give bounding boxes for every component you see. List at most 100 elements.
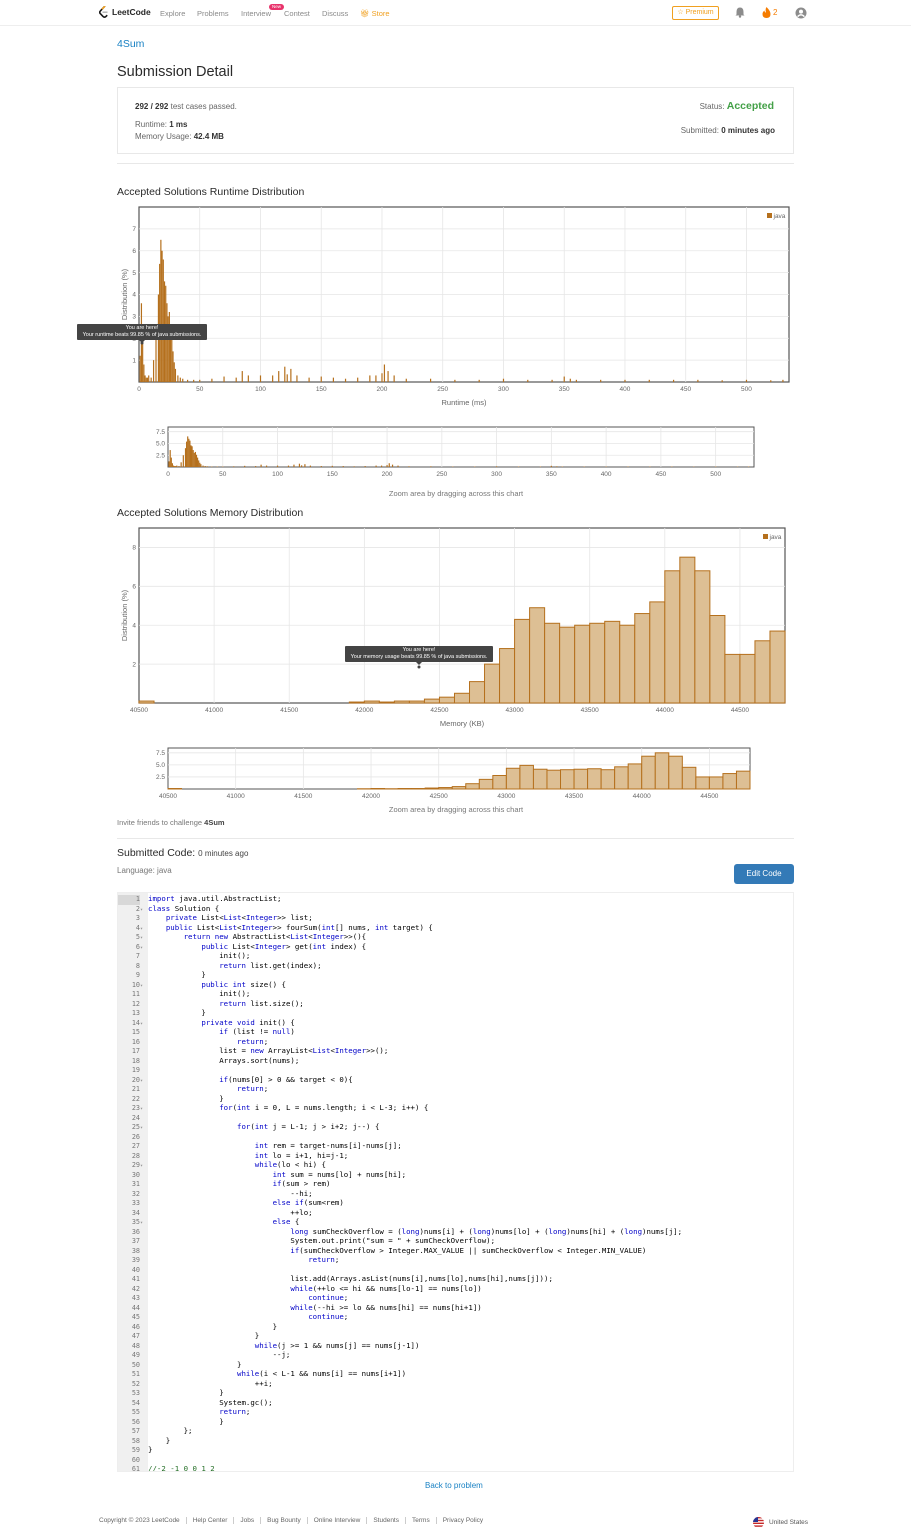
- nav-store[interactable]: 🎁︎ Store: [360, 9, 390, 18]
- code-line[interactable]: 30 int sum = nums[lo] + nums[hi];: [118, 1170, 406, 1180]
- code-line[interactable]: 58 }: [118, 1436, 170, 1446]
- code-line[interactable]: 27 int rem = target-nums[i]-nums[j];: [118, 1141, 402, 1151]
- code-line[interactable]: 17 list = new ArrayList<List<Integer>>()…: [118, 1046, 389, 1056]
- chart-bar: [563, 376, 565, 382]
- x-tick-label: 150: [316, 386, 327, 393]
- back-to-problem-link[interactable]: Back to problem: [425, 1481, 483, 1490]
- code-line[interactable]: 55 return;: [118, 1407, 251, 1417]
- code-line[interactable]: 23▾ for(int i = 0, L = nums.length; i < …: [118, 1103, 429, 1113]
- code-line[interactable]: 12 return list.size();: [118, 999, 304, 1009]
- code-line[interactable]: 18 Arrays.sort(nums);: [118, 1056, 299, 1066]
- code-line[interactable]: 29▾ while(lo < hi) {: [118, 1160, 326, 1170]
- code-line[interactable]: 16 return;: [118, 1037, 268, 1047]
- code-line[interactable]: 50 }: [118, 1360, 242, 1370]
- code-line[interactable]: 19: [118, 1065, 148, 1075]
- code-line[interactable]: 52 ++i;: [118, 1379, 273, 1389]
- code-line[interactable]: 61 //-2 -1 0 0 1 2: [118, 1464, 215, 1471]
- footer-terms[interactable]: Terms: [405, 1517, 436, 1524]
- code-line[interactable]: 13 }: [118, 1008, 206, 1018]
- code-line[interactable]: 3 private List<List<Integer>> list;: [118, 913, 313, 923]
- problem-title-link[interactable]: 4Sum: [117, 38, 144, 50]
- code-line[interactable]: 8 return list.get(index);: [118, 961, 322, 971]
- footer-students[interactable]: Students: [366, 1517, 405, 1524]
- code-line[interactable]: 24: [118, 1113, 148, 1123]
- footer-bug-bounty[interactable]: Bug Bounty: [260, 1517, 307, 1524]
- code-line[interactable]: 35▾ else {: [118, 1217, 300, 1227]
- footer-jobs[interactable]: Jobs: [233, 1517, 260, 1524]
- code-line[interactable]: 7 init();: [118, 951, 250, 961]
- edit-code-button[interactable]: Edit Code: [734, 864, 794, 884]
- code-line[interactable]: 39 return;: [118, 1255, 340, 1265]
- runtime-zoom-chart[interactable]: 2.5 5.0 7.5 0 50 100 150 200 250 300 350 400 450 500: [156, 426, 755, 478]
- streak-counter[interactable]: 2: [762, 7, 777, 18]
- code-line[interactable]: 31 if(sum > rem): [118, 1179, 331, 1189]
- code-line[interactable]: 10▾ public int size() {: [118, 980, 286, 990]
- country-selector[interactable]: United States: [753, 1517, 808, 1528]
- nav-interview[interactable]: Interview: [241, 9, 271, 18]
- chart-bar: [287, 465, 290, 467]
- code-line[interactable]: 34 ++lo;: [118, 1208, 313, 1218]
- runtime-chart[interactable]: 1234567050100150200250300350400450500Run…: [120, 206, 790, 407]
- code-line[interactable]: 36 long sumCheckOverflow = (long)nums[i]…: [118, 1227, 682, 1237]
- footer-help-center[interactable]: Help Center: [185, 1517, 234, 1524]
- chart-bar: [546, 769, 562, 790]
- code-line[interactable]: 54 System.gc();: [118, 1398, 273, 1408]
- code-line[interactable]: 6▾ public List<Integer> get(int index) {: [118, 942, 366, 952]
- code-line[interactable]: 56 }: [118, 1417, 224, 1427]
- nav-problems[interactable]: Problems: [197, 9, 229, 18]
- code-line[interactable]: 15 if (list != null): [118, 1027, 295, 1037]
- footer-online-interview[interactable]: Online Interview: [306, 1517, 367, 1524]
- avatar-icon[interactable]: [795, 7, 807, 19]
- code-line[interactable]: 2▾ class Solution {: [118, 904, 219, 914]
- code-line[interactable]: 11 init();: [118, 989, 251, 999]
- code-line[interactable]: 41 list.add(Arrays.asList(nums[i],nums[l…: [118, 1274, 553, 1284]
- x-tick-label: 43000: [506, 707, 524, 714]
- code-line[interactable]: 9 }: [118, 970, 206, 980]
- premium-button[interactable]: ☆ Premium: [672, 6, 719, 20]
- code-line[interactable]: 25▾ for(int j = L-1; j > i+2; j--) {: [118, 1122, 380, 1132]
- code-line[interactable]: 42 while(++lo <= hi && nums[lo-1] == num…: [118, 1284, 482, 1294]
- code-line[interactable]: 1 import java.util.AbstractList;: [118, 894, 282, 905]
- chart-bar: [397, 465, 399, 467]
- code-line[interactable]: 40: [118, 1265, 148, 1275]
- invite-problem[interactable]: 4Sum: [204, 818, 224, 827]
- code-line[interactable]: 44 while(--hi >= lo && nums[hi] == nums[…: [118, 1303, 482, 1313]
- memory-zoom-chart[interactable]: 2.5 5.0 7.5 40500 41000 41500 42000 42500 43000 4…: [156, 747, 751, 800]
- code-line[interactable]: 20▾ if(nums[0] > 0 && target < 0){: [118, 1075, 353, 1085]
- code-line[interactable]: 46 }: [118, 1322, 277, 1332]
- code-line[interactable]: 45 continue;: [118, 1312, 348, 1322]
- leetcode-logo[interactable]: LeetCode: [99, 6, 151, 18]
- memory-chart[interactable]: 2 4 6 8 40500 41000 41500 42000 42500 43000 43500 4…: [120, 527, 786, 728]
- code-line[interactable]: 14▾ private void init() {: [118, 1018, 295, 1028]
- code-line[interactable]: 33 else if(sum<rem): [118, 1198, 344, 1208]
- code-line[interactable]: 51 while(i < L-1 && nums[i] == nums[i+1]…: [118, 1369, 406, 1379]
- code-line[interactable]: 57 };: [118, 1426, 193, 1436]
- code-line[interactable]: 43 continue;: [118, 1293, 348, 1303]
- code-line[interactable]: 53 }: [118, 1388, 224, 1398]
- nav-contest[interactable]: Contest: [284, 9, 310, 18]
- code-line[interactable]: 49 --j;: [118, 1350, 291, 1360]
- nav-explore[interactable]: Explore: [160, 9, 185, 18]
- chart-bar: [144, 375, 146, 382]
- code-line[interactable]: 48 while(j >= 1 && nums[j] == nums[j-1]): [118, 1341, 420, 1351]
- code-editor[interactable]: 1 import java.util.AbstractList; 2▾ class S…: [117, 892, 794, 1472]
- code-line[interactable]: 21 return;: [118, 1084, 268, 1094]
- footer-privacy-policy[interactable]: Privacy Policy: [435, 1517, 489, 1524]
- code-line[interactable]: 47 }: [118, 1331, 259, 1341]
- chart-bar: [363, 700, 380, 704]
- submitted-value: 0 minutes ago: [721, 126, 775, 135]
- code-line[interactable]: 4▾ public List<List<Integer>> fourSum(in…: [118, 923, 433, 933]
- code-line[interactable]: 22 }: [118, 1094, 224, 1104]
- nav-discuss[interactable]: Discuss: [322, 9, 348, 18]
- x-tick-label: 200: [377, 386, 388, 393]
- code-line[interactable]: 32 --hi;: [118, 1189, 313, 1199]
- code-line[interactable]: 26: [118, 1132, 148, 1142]
- code-line[interactable]: 28 int lo = i+1, hi=j-1;: [118, 1151, 348, 1161]
- bell-icon[interactable]: [735, 7, 745, 18]
- code-line[interactable]: 59}: [118, 1445, 153, 1455]
- code-line[interactable]: 5▾ return new AbstractList<List<Integer>…: [118, 932, 366, 942]
- code-line[interactable]: 37 System.out.print("sum = " + sumCheckO…: [118, 1236, 495, 1246]
- code-line[interactable]: 38 if(sumCheckOverflow > Integer.MAX_VAL…: [118, 1246, 647, 1256]
- y-tick-label: 4: [132, 622, 136, 629]
- code-line[interactable]: 60: [118, 1455, 148, 1465]
